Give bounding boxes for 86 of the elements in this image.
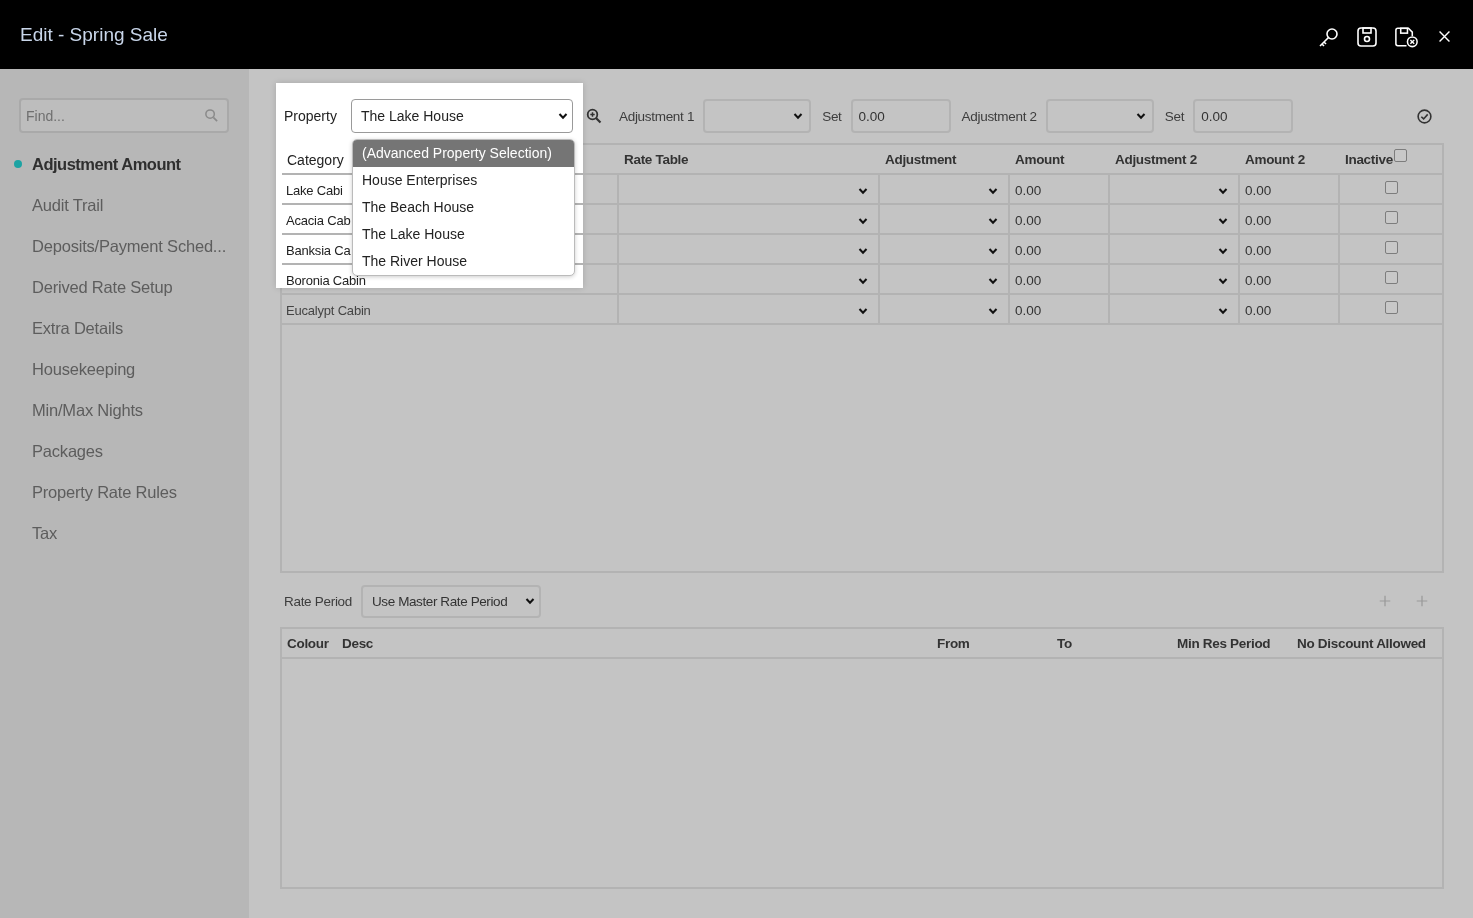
checkbox[interactable] xyxy=(1384,211,1398,224)
chevron-icon xyxy=(1218,276,1228,286)
chevron-icon xyxy=(858,186,868,196)
save-icon[interactable] xyxy=(1355,24,1379,49)
amount-field[interactable]: 0.00 xyxy=(1010,295,1110,325)
amount-field[interactable]: 0.00 xyxy=(1240,205,1340,235)
adjustment-select[interactable] xyxy=(1110,265,1240,295)
chevron-icon xyxy=(1218,306,1228,316)
adjustment-select[interactable] xyxy=(1045,99,1154,133)
field-label: Set xyxy=(1164,108,1185,124)
chevron-icon xyxy=(988,246,998,256)
field-label: Adjustment 1 xyxy=(619,108,695,124)
amount-field[interactable]: 0.00 xyxy=(1010,265,1110,295)
chevron-icon xyxy=(988,216,998,226)
chevron-icon xyxy=(1218,216,1228,226)
column-header: No Discount Allowed xyxy=(1292,629,1442,659)
checkbox[interactable] xyxy=(1384,181,1398,194)
dropdown-option[interactable]: (Advanced Property Selection) xyxy=(353,140,574,167)
chevron-icon xyxy=(858,306,868,316)
adjustment-select[interactable] xyxy=(1110,175,1240,205)
rate-table-select[interactable] xyxy=(619,175,880,205)
amount-field[interactable]: 0.00 xyxy=(1240,295,1340,325)
chevron-icon xyxy=(858,246,868,256)
field-label: Adjustment 2 xyxy=(961,108,1037,124)
chevron-icon xyxy=(525,596,535,606)
checkbox[interactable] xyxy=(1384,241,1398,254)
rate-table-select[interactable] xyxy=(619,265,880,295)
amount-field[interactable]: 0.00 xyxy=(1010,235,1110,265)
plus-icon[interactable] xyxy=(1378,594,1392,608)
adjustment-select[interactable] xyxy=(880,265,1010,295)
chevron-icon xyxy=(988,306,998,316)
chevron-icon xyxy=(1135,111,1146,121)
table-cell: Eucalypt Cabin xyxy=(282,295,619,325)
plus-icon[interactable] xyxy=(1415,594,1429,608)
adjustment-select[interactable] xyxy=(1110,205,1240,235)
check-circle-icon[interactable] xyxy=(1416,107,1433,125)
rate-table-select[interactable] xyxy=(619,235,880,265)
chevron-icon xyxy=(558,111,568,121)
checkbox[interactable] xyxy=(1384,271,1398,284)
adjustment-select[interactable] xyxy=(880,235,1010,265)
search-icon xyxy=(204,108,219,123)
bullet-icon xyxy=(14,160,22,168)
rate-table-select[interactable] xyxy=(619,205,880,235)
column-header: From xyxy=(932,629,1052,659)
chevron-icon xyxy=(1218,246,1228,256)
column-header: Colour xyxy=(282,629,337,659)
chevron-icon xyxy=(858,276,868,286)
chevron-icon xyxy=(793,111,804,121)
column-header: Adjustment 2 xyxy=(1110,145,1240,175)
amount-field[interactable]: 0.00 xyxy=(1240,175,1340,205)
column-header: Amount 2 xyxy=(1240,145,1340,175)
field-label: Rate Period xyxy=(284,593,352,609)
field-label: Set xyxy=(822,108,842,124)
checkbox[interactable] xyxy=(1384,301,1398,314)
zoom-in-icon[interactable] xyxy=(586,108,602,124)
column-header: Rate Table xyxy=(619,145,880,175)
column-header: To xyxy=(1052,629,1172,659)
adjustment-select[interactable] xyxy=(880,175,1010,205)
adjustment-select[interactable] xyxy=(703,99,812,133)
amount-field[interactable]: 0.00 xyxy=(1010,175,1110,205)
chevron-icon xyxy=(988,186,998,196)
amount-field[interactable]: 0.00 xyxy=(1240,265,1340,295)
column-header: Inactive xyxy=(1345,152,1393,167)
rate-table-select[interactable] xyxy=(619,295,880,325)
property-select[interactable]: The Lake House xyxy=(351,99,573,133)
chevron-icon xyxy=(1218,186,1228,196)
column-header: Amount xyxy=(1010,145,1110,175)
column-header: Min Res Period xyxy=(1172,629,1292,659)
chevron-icon xyxy=(858,216,868,226)
adjustment-select[interactable] xyxy=(1110,295,1240,325)
window-title: Edit - Spring Sale xyxy=(20,23,168,46)
set-value-field[interactable]: 0.00 xyxy=(850,99,951,133)
field-label: Property xyxy=(284,108,338,124)
adjustment-select[interactable] xyxy=(880,295,1010,325)
amount-field[interactable]: 0.00 xyxy=(1010,205,1110,235)
column-header: Adjustment xyxy=(880,145,1010,175)
chevron-icon xyxy=(988,276,998,286)
sidebar-item[interactable]: Adjustment Amount xyxy=(32,154,181,174)
search-field[interactable]: Find... xyxy=(19,98,229,133)
adjustment-select[interactable] xyxy=(880,205,1010,235)
column-header: Desc xyxy=(337,629,932,659)
set-value-field[interactable]: 0.00 xyxy=(1193,99,1294,133)
rate-period-select[interactable]: Use Master Rate Period xyxy=(361,584,541,618)
adjustment-select[interactable] xyxy=(1110,235,1240,265)
checkbox[interactable] xyxy=(1393,149,1407,162)
amount-field[interactable]: 0.00 xyxy=(1240,235,1340,265)
